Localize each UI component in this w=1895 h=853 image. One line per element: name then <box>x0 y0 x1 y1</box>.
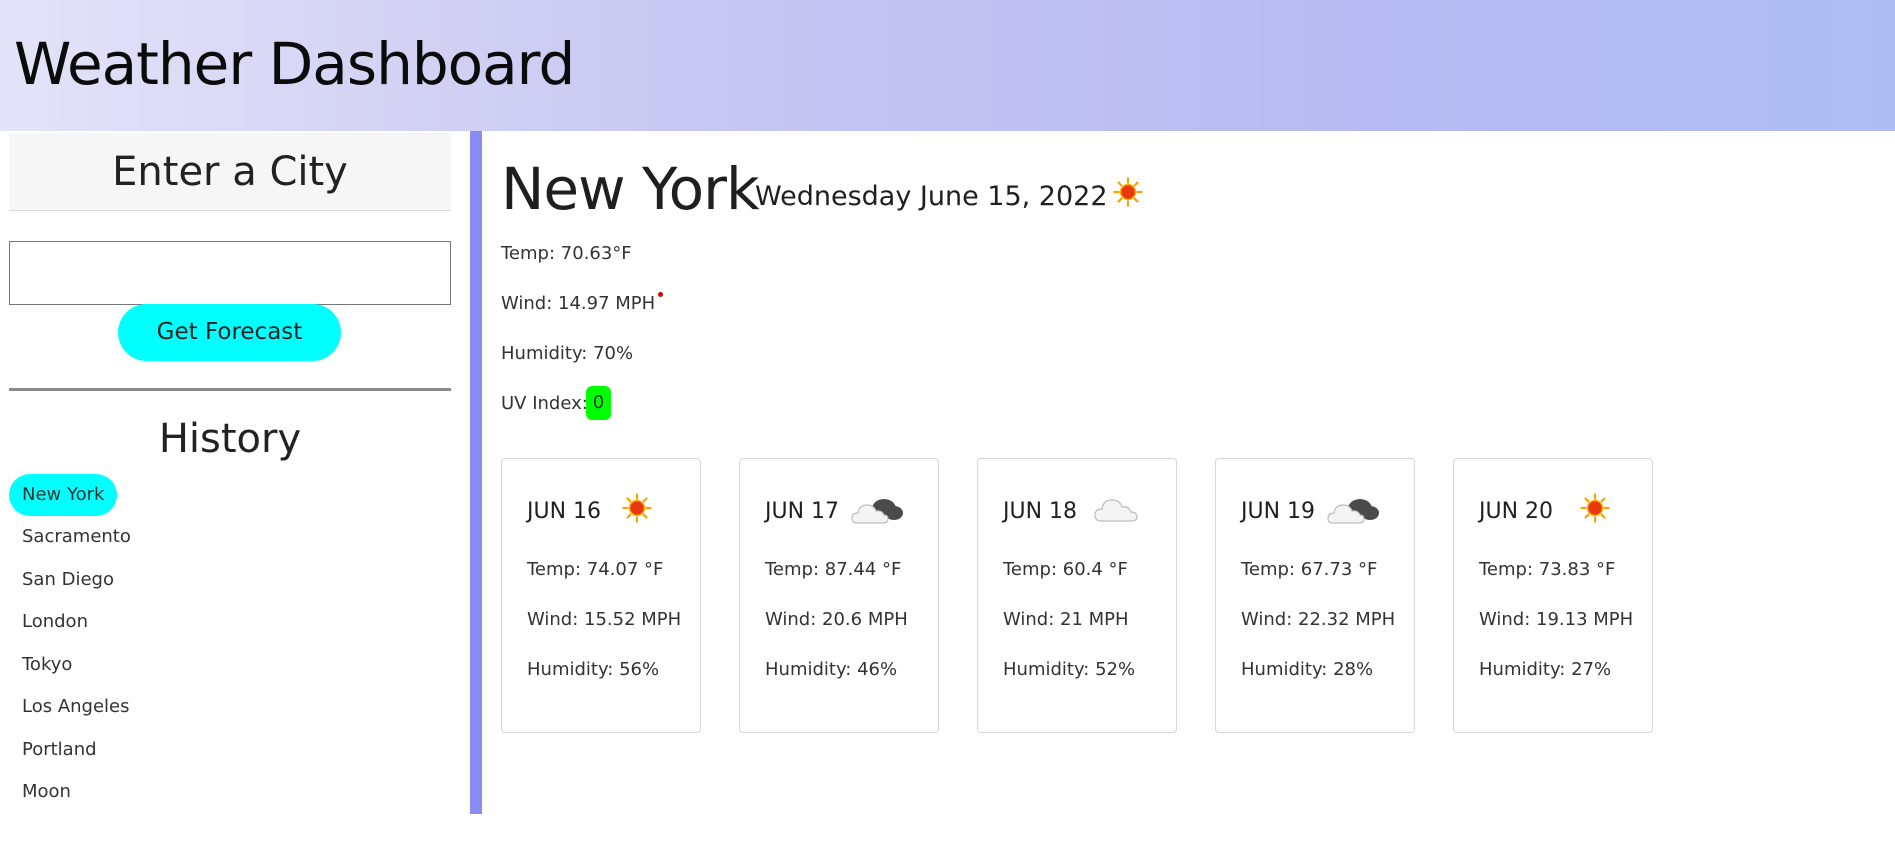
history-item-tokyo[interactable]: Tokyo <box>9 644 85 686</box>
forecast-date: JUN 16 <box>527 499 602 524</box>
history-item-san-diego[interactable]: San Diego <box>9 559 127 601</box>
forecast-wind: Wind: 22.32 MPH <box>1241 609 1396 630</box>
vertical-divider-bar <box>470 131 482 814</box>
forecast-humidity: Humidity: 56% <box>527 659 660 680</box>
forecast-temp: Temp: 73.83 °F <box>1479 559 1616 580</box>
cloud-icon <box>1094 499 1138 522</box>
main-content: New York Wednesday June 15, 2022 Temp: 7… <box>501 131 1891 853</box>
forecast-card: JUN 18 Temp: 60.4 °F Wind: 21 MPH Humidi… <box>977 458 1177 733</box>
forecast-temp: Temp: 60.4 °F <box>1003 559 1128 580</box>
sun-icon <box>622 493 652 523</box>
current-humidity: Humidity: 70% <box>501 343 634 364</box>
forecast-date: JUN 20 <box>1479 499 1554 524</box>
history-item-moon[interactable]: Moon <box>9 771 84 813</box>
current-temp: Temp: 70.63°F <box>501 243 632 264</box>
forecast-humidity: Humidity: 28% <box>1241 659 1374 680</box>
history-heading: History <box>158 416 302 462</box>
enter-city-heading: Enter a City <box>9 133 451 211</box>
sun-icon <box>1580 493 1610 523</box>
sun-icon <box>1113 177 1143 207</box>
city-search-input[interactable] <box>9 241 451 305</box>
sidebar: Enter a City Get Forecast History New Yo… <box>0 131 460 853</box>
sidebar-divider <box>9 388 451 391</box>
header: Weather Dashboard <box>0 0 1895 131</box>
uv-index-badge: 0 <box>586 386 611 420</box>
forecast-card: JUN 20 Temp: 73.83 °F Wind: 19.13 MPH Hu… <box>1453 458 1653 733</box>
history-item-sacramento[interactable]: Sacramento <box>9 516 144 558</box>
forecast-wind: Wind: 20.6 MPH <box>765 609 908 630</box>
get-forecast-button[interactable]: Get Forecast <box>118 304 341 361</box>
forecast-wind: Wind: 21 MPH <box>1003 609 1129 630</box>
cloudy-icon <box>851 499 903 524</box>
history-item-portland[interactable]: Portland <box>9 729 110 771</box>
forecast-temp: Temp: 87.44 °F <box>765 559 902 580</box>
history-item-new-york[interactable]: New York <box>9 474 118 516</box>
forecast-temp: Temp: 67.73 °F <box>1241 559 1378 580</box>
uv-index-label: UV Index: <box>501 393 588 414</box>
forecast-date: JUN 18 <box>1003 499 1078 524</box>
current-city-name: New York <box>501 155 760 223</box>
forecast-humidity: Humidity: 46% <box>765 659 898 680</box>
history-item-london[interactable]: London <box>9 601 101 643</box>
forecast-humidity: Humidity: 52% <box>1003 659 1136 680</box>
current-date: Wednesday June 15, 2022 <box>755 181 1108 212</box>
forecast-date: JUN 17 <box>765 499 840 524</box>
forecast-card: JUN 17 Temp: 87.44 °F Wind: 20.6 MPH Hum… <box>739 458 939 733</box>
current-wind: Wind: 14.97 MPH <box>501 293 656 314</box>
cloudy-icon <box>1327 499 1379 524</box>
forecast-card: JUN 16 Temp: 74.07 °F Wind: 15.52 MPH Hu… <box>501 458 701 733</box>
forecast-card: JUN 19 Temp: 67.73 °F Wind: 22.32 MPH Hu… <box>1215 458 1415 733</box>
forecast-wind: Wind: 15.52 MPH <box>527 609 682 630</box>
forecast-date: JUN 19 <box>1241 499 1316 524</box>
history-item-los-angeles[interactable]: Los Angeles <box>9 686 143 728</box>
page-title: Weather Dashboard <box>14 30 575 98</box>
forecast-humidity: Humidity: 27% <box>1479 659 1612 680</box>
forecast-temp: Temp: 74.07 °F <box>527 559 664 580</box>
indicator-dot <box>658 292 663 297</box>
forecast-wind: Wind: 19.13 MPH <box>1479 609 1634 630</box>
